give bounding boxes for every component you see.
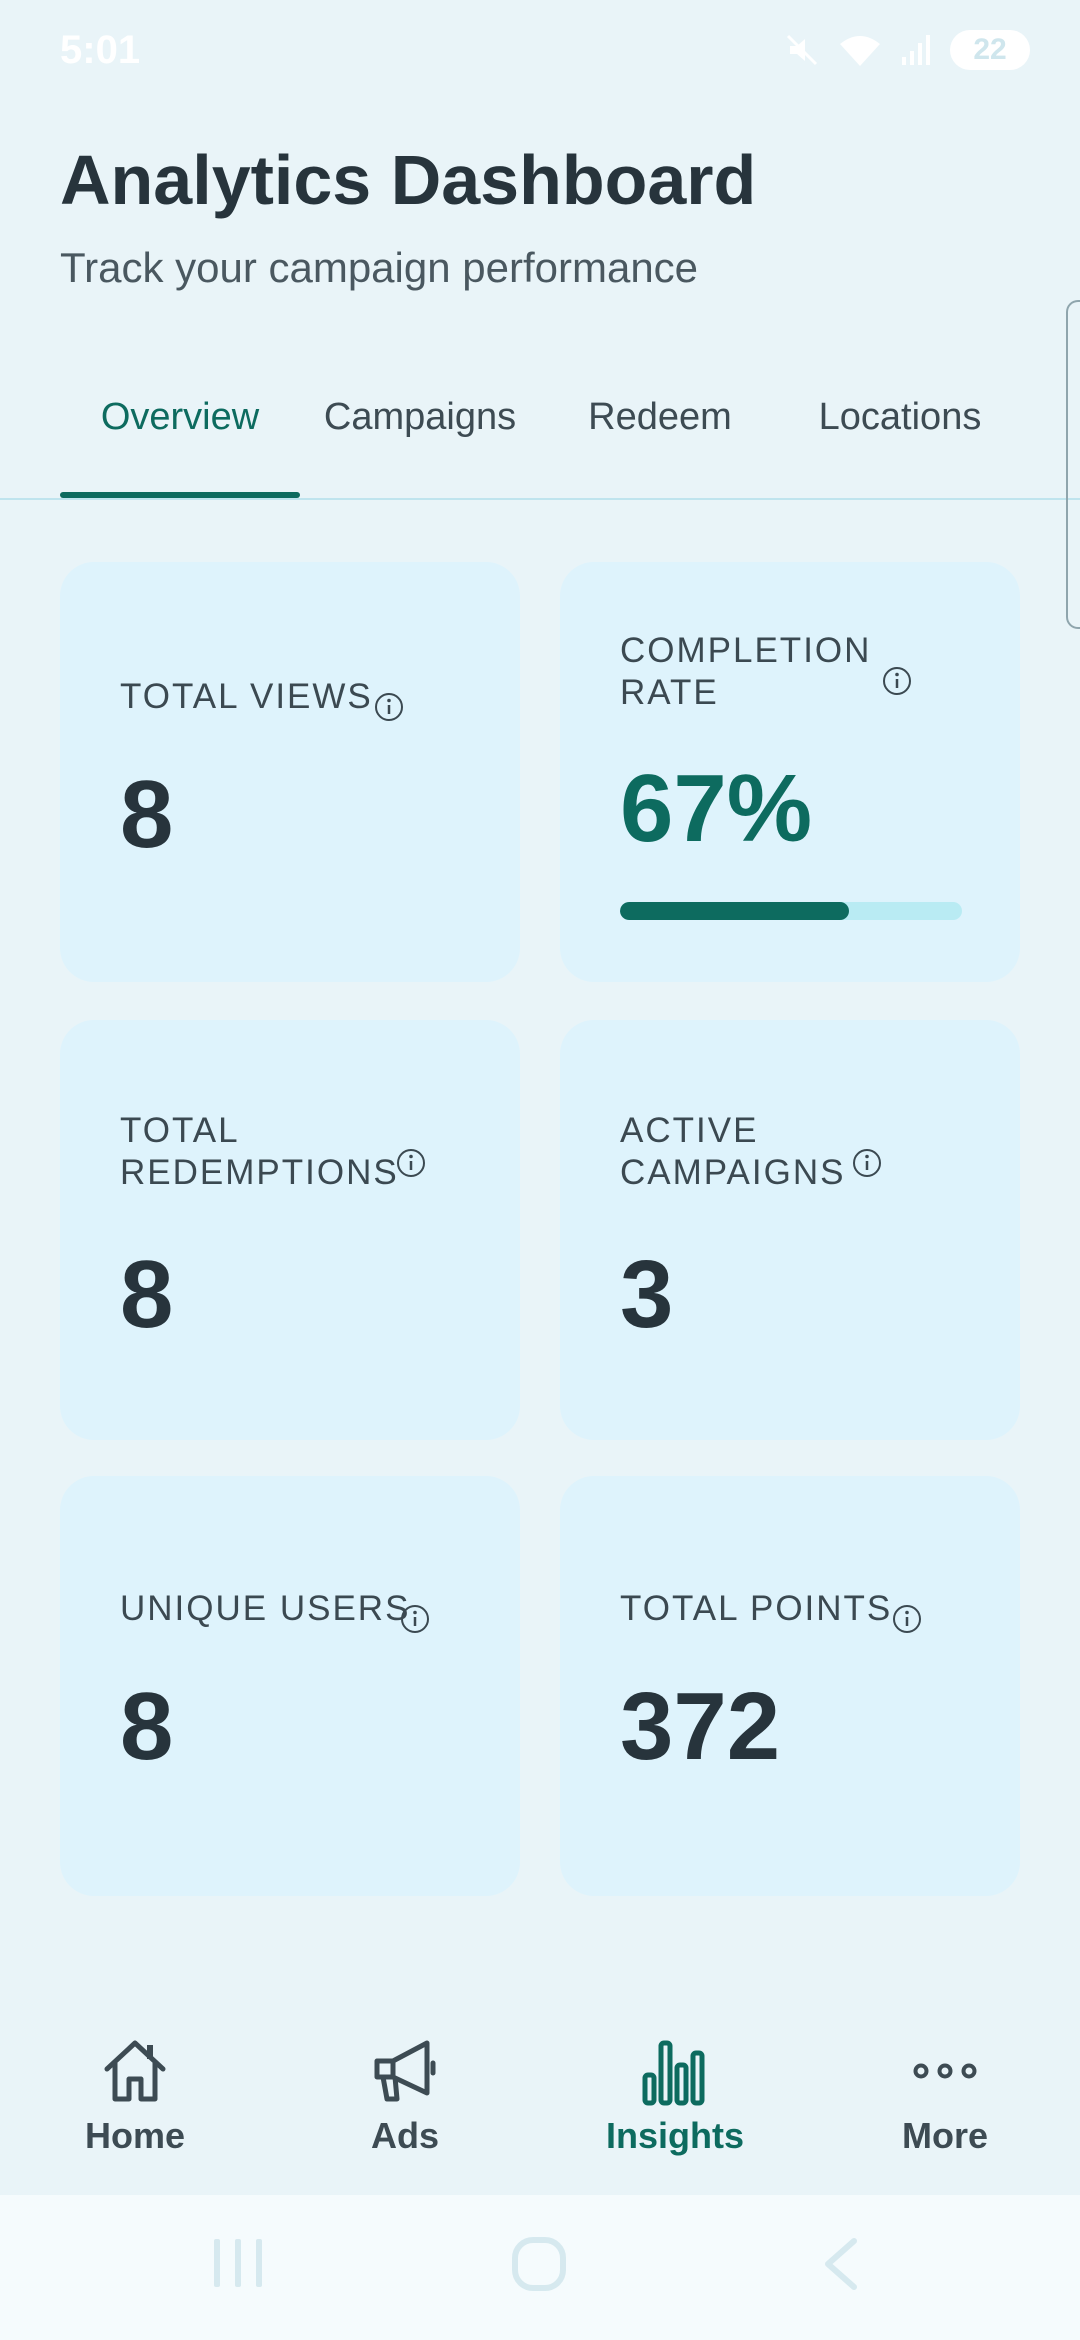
card-value: 67% bbox=[620, 755, 813, 862]
tab-bar: Overview Campaigns Redeem Locations bbox=[0, 370, 1080, 500]
page-title: Analytics Dashboard bbox=[60, 141, 757, 219]
status-time: 5:01 bbox=[60, 28, 141, 72]
tab-label: Campaigns bbox=[323, 396, 517, 438]
nav-home[interactable]: Home bbox=[35, 1990, 235, 2157]
home-button-icon[interactable] bbox=[510, 2235, 568, 2293]
bottom-navigation: Home Ads Insights More bbox=[0, 1990, 1080, 2195]
status-bar: 5:01 22 bbox=[0, 0, 1080, 110]
tab-label: Redeem bbox=[588, 396, 732, 438]
card-label-line2: RATE bbox=[620, 673, 719, 712]
card-label: TOTAL POINTS bbox=[620, 1589, 893, 1628]
info-icon[interactable] bbox=[374, 692, 404, 722]
card-label-line1: TOTAL bbox=[120, 1111, 240, 1150]
mute-icon bbox=[786, 34, 818, 66]
tab-campaigns[interactable]: Campaigns bbox=[312, 396, 528, 496]
total-points-card[interactable]: TOTAL POINTS 372 bbox=[560, 1476, 1020, 1896]
card-label: TOTAL VIEWS bbox=[120, 677, 373, 716]
card-value: 372 bbox=[620, 1673, 781, 1780]
card-label-line1: ACTIVE bbox=[620, 1111, 759, 1150]
nav-more[interactable]: More bbox=[845, 1990, 1045, 2157]
tab-locations[interactable]: Locations bbox=[800, 396, 1000, 496]
card-label: TOTAL REDEMPTIONS bbox=[120, 1110, 399, 1194]
card-label-line2: CAMPAIGNS bbox=[620, 1153, 846, 1192]
nav-label: Insights bbox=[605, 2115, 744, 2156]
card-value: 8 bbox=[120, 1673, 174, 1780]
tab-label: Locations bbox=[818, 396, 982, 438]
bar-chart-icon bbox=[642, 2040, 705, 2106]
info-icon[interactable] bbox=[396, 1148, 426, 1178]
card-label: ACTIVE CAMPAIGNS bbox=[620, 1110, 845, 1194]
card-value: 3 bbox=[620, 1241, 674, 1348]
back-icon[interactable] bbox=[818, 2235, 862, 2293]
card-label-line2: REDEMPTIONS bbox=[120, 1153, 399, 1192]
info-icon[interactable] bbox=[892, 1604, 922, 1634]
info-icon[interactable] bbox=[400, 1604, 430, 1634]
total-views-card[interactable]: TOTAL VIEWS 8 bbox=[60, 562, 520, 982]
nav-label: Ads bbox=[370, 2115, 439, 2156]
recent-apps-icon[interactable] bbox=[210, 2235, 266, 2291]
nav-label: More bbox=[901, 2115, 988, 2156]
tab-overview[interactable]: Overview bbox=[60, 396, 300, 496]
active-campaigns-card[interactable]: ACTIVE CAMPAIGNS 3 bbox=[560, 1020, 1020, 1440]
page-subtitle: Track your campaign performance bbox=[60, 244, 699, 291]
unique-users-card[interactable]: UNIQUE USERS 8 bbox=[60, 1476, 520, 1896]
card-label: COMPLETION RATE bbox=[620, 630, 871, 714]
megaphone-icon bbox=[374, 2040, 436, 2102]
info-icon[interactable] bbox=[882, 666, 912, 696]
card-label-line1: COMPLETION bbox=[620, 631, 872, 670]
card-value: 8 bbox=[120, 1241, 174, 1348]
scroll-handle[interactable] bbox=[1066, 300, 1080, 629]
battery-level: 22 bbox=[973, 33, 1007, 66]
battery-indicator: 22 bbox=[950, 30, 1030, 70]
nav-insights[interactable]: Insights bbox=[575, 1990, 775, 2157]
completion-progress-bar bbox=[620, 902, 962, 920]
nav-label: Home bbox=[84, 2115, 186, 2156]
card-label: UNIQUE USERS bbox=[120, 1589, 411, 1628]
home-icon bbox=[104, 2040, 166, 2102]
info-icon[interactable] bbox=[852, 1148, 882, 1178]
completion-rate-card[interactable]: COMPLETION RATE 67% bbox=[560, 562, 1020, 982]
tab-label: Overview bbox=[100, 396, 260, 438]
card-value: 8 bbox=[120, 761, 174, 868]
progress-fill bbox=[620, 902, 850, 920]
nav-ads[interactable]: Ads bbox=[305, 1990, 505, 2157]
total-redemptions-card[interactable]: TOTAL REDEMPTIONS 8 bbox=[60, 1020, 520, 1440]
active-tab-indicator bbox=[60, 492, 300, 498]
more-dots-icon bbox=[913, 2063, 977, 2079]
status-icons: 22 bbox=[784, 30, 1030, 70]
tab-redeem[interactable]: Redeem bbox=[570, 396, 750, 496]
wifi-icon bbox=[840, 36, 880, 66]
system-navigation-bar bbox=[0, 2195, 1080, 2340]
signal-icon bbox=[902, 35, 930, 65]
